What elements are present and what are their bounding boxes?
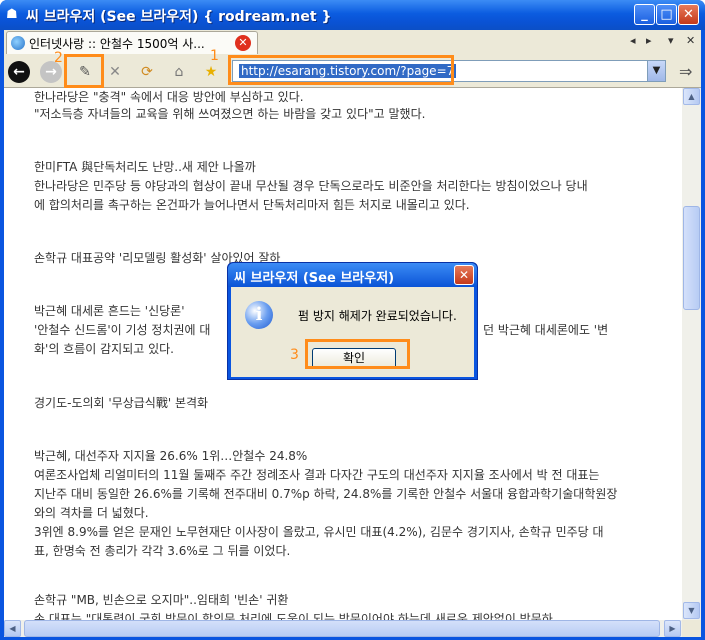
scroll-down-icon[interactable]: ▼ [683, 602, 700, 619]
window-title: 씨 브라우저 (See 브라우저) { rodream.net } [26, 9, 332, 25]
refresh-icon[interactable]: ⟳ [136, 61, 158, 83]
title-bar[interactable]: ☗ 씨 브라우저 (See 브라우저) { rodream.net } _ □ … [0, 0, 705, 30]
vertical-scrollbar[interactable]: ▲ ▼ [682, 88, 701, 620]
content-line: 지난주 대비 동일한 26.6%를 기록해 전주대비 0.7%p 하락, 24.… [34, 487, 618, 501]
info-icon: i [245, 301, 273, 329]
dialog-message: 펌 방지 해제가 완료되었습니다. [298, 309, 457, 323]
minimize-button[interactable]: _ [634, 4, 655, 25]
dialog-title: 씨 브라우저 (See 브라우저) [234, 271, 395, 286]
maximize-button[interactable]: □ [656, 4, 677, 25]
vertical-scroll-thumb[interactable] [683, 206, 700, 310]
content-line: "저소득층 자녀들의 교육을 위해 쓰여졌으면 하는 바람을 갖고 있다"고 말… [34, 107, 426, 121]
star-icon[interactable]: ★ [200, 61, 222, 83]
content-line: 에 합의처리를 촉구하는 온건파가 늘어나면서 단독처리마저 힘든 처지로 내몰… [34, 198, 470, 212]
scroll-corner [682, 620, 701, 637]
go-icon[interactable]: ⇒ [679, 62, 692, 81]
back-button[interactable]: ← [8, 61, 30, 83]
content-line: 한미FTA 與단독처리도 난망..새 제안 나올까 [34, 160, 256, 174]
annotation-box-2 [64, 54, 104, 88]
content-line: 여론조사업체 리얼미터의 11월 둘째주 주간 정례조사 결과 다자간 구도의 … [34, 468, 600, 482]
tab-next-icon[interactable]: ▸ [646, 34, 652, 47]
tab-close-all-icon[interactable]: ✕ [686, 34, 695, 47]
app-icon: ☗ [6, 7, 18, 22]
globe-icon [11, 36, 25, 50]
annotation-box-3 [305, 339, 410, 369]
annotation-box-1 [228, 55, 454, 85]
tab-bar: 인터넷사랑 :: 안철수 1500억 사... ✕ ◂ ▸ ▾ ✕ [4, 30, 701, 54]
dialog-title-bar[interactable]: 씨 브라우저 (See 브라우저) ✕ [228, 263, 477, 287]
dialog-close-button[interactable]: ✕ [454, 265, 474, 285]
content-line: 던 박근혜 대세론에도 '변 [483, 323, 609, 337]
content-line: 3위엔 8.9%를 얻은 문재인 노무현재단 이사장이 올랐고, 유시민 대표(… [34, 525, 604, 539]
home-icon[interactable]: ⌂ [168, 61, 190, 83]
tab-menu-icon[interactable]: ▾ [668, 34, 674, 47]
address-dropdown-icon[interactable]: ▼ [647, 61, 665, 81]
content-line: 화'의 흐름이 감지되고 있다. [34, 342, 174, 356]
annotation-label-3: 3 [290, 347, 299, 363]
content-line: 표, 한명숙 전 총리가 각각 3.6%로 그 뒤를 이었다. [34, 544, 291, 558]
content-line: 한나라당은 민주당 등 야당과의 협상이 끝내 무산될 경우 단독으로라도 비준… [34, 179, 588, 193]
stop-icon[interactable]: ✕ [104, 61, 126, 83]
tab-active[interactable]: 인터넷사랑 :: 안철수 1500억 사... ✕ [6, 31, 258, 54]
browser-window: ☗ 씨 브라우저 (See 브라우저) { rodream.net } _ □ … [0, 0, 705, 640]
scroll-up-icon[interactable]: ▲ [683, 88, 700, 105]
close-window-button[interactable]: ✕ [678, 4, 699, 25]
content-line: '안철수 신드롬'이 기성 정치권에 대 [34, 323, 211, 337]
tab-close-button[interactable]: ✕ [235, 35, 251, 51]
scroll-left-icon[interactable]: ◀ [4, 620, 21, 637]
content-line: 경기도-도의회 '무상급식戰' 본격화 [34, 396, 209, 410]
scroll-right-icon[interactable]: ▶ [664, 620, 681, 637]
content-line: 와의 격차를 더 넓혔다. [34, 506, 149, 520]
content-line: 박근혜, 대선주자 지지율 26.6% 1위…안철수 24.8% [34, 449, 308, 463]
content-line: 손학규 "MB, 빈손으로 오지마"..임태희 '빈손' 귀환 [34, 593, 289, 607]
horizontal-scroll-thumb[interactable] [24, 620, 660, 637]
tab-prev-icon[interactable]: ◂ [630, 34, 636, 47]
horizontal-scrollbar[interactable]: ◀ ▶ [4, 620, 682, 637]
annotation-label-1: 1 [210, 48, 219, 64]
annotation-label-2: 2 [54, 50, 63, 66]
content-line: 손 대표는 "대통령이 국회 방문이 합의문 처리에 도움이 되는 방문이어야 … [34, 612, 553, 620]
content-line: 박근혜 대세론 흔드는 '신당론' [34, 304, 185, 318]
